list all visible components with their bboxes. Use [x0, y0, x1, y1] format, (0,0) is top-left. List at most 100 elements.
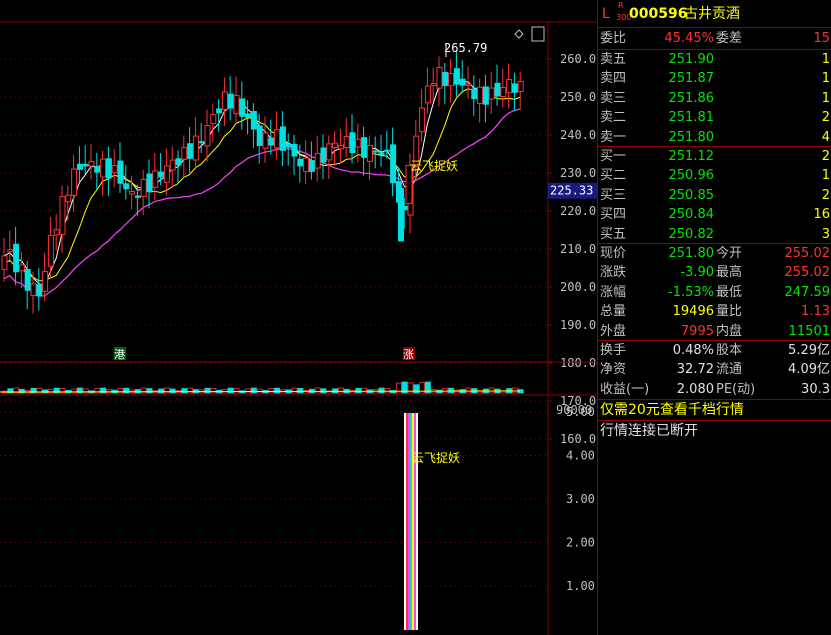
asks-row: 卖三 251.86 1	[598, 89, 831, 109]
stats-label: 收益(一)	[600, 381, 650, 397]
candle-body	[250, 111, 257, 130]
candle-body	[187, 143, 194, 159]
indicator-bar-stripe	[414, 413, 416, 630]
candle-body	[59, 196, 66, 235]
candle-body	[355, 138, 362, 148]
volume-bar	[82, 388, 89, 394]
volume-bar	[274, 387, 281, 394]
candle-body	[1, 255, 8, 270]
candle-body	[349, 132, 356, 154]
stats-label: 股本	[716, 343, 743, 358]
candle-body	[442, 72, 449, 86]
volume-bar	[465, 387, 472, 394]
bids-volume: 3	[821, 226, 830, 242]
indicator-tick-label: 3.00	[566, 492, 595, 506]
indicator-bar-stripe	[410, 413, 412, 630]
stock-code: 000596	[629, 6, 688, 22]
candle-body	[36, 284, 43, 297]
price-tick-label: 230.00	[560, 166, 597, 180]
asks-price: 251.87	[668, 71, 715, 87]
price-tick-label: 160.00	[560, 432, 597, 446]
candle-body	[192, 135, 199, 161]
promo-row[interactable]: 仅需20元查看千档行情	[598, 400, 831, 420]
quote-row: 涨幅 -1.53% 最低 247.59	[598, 283, 831, 303]
candle-body	[506, 79, 513, 94]
marker-zhang-text: 涨	[403, 348, 414, 361]
ratio-label: 委比	[600, 31, 627, 46]
candle-body	[517, 80, 524, 92]
volume-bar	[106, 389, 112, 394]
volume-bar	[337, 387, 344, 394]
asks-row: 卖四 251.87 1	[598, 69, 831, 89]
volume-bar	[210, 387, 217, 394]
candle-body	[163, 165, 170, 183]
status-row: 行情连接已断开	[598, 421, 831, 441]
volume-bar	[233, 388, 240, 394]
indicator-bar-stripe	[412, 413, 414, 630]
stock-header: L R 300 000596 古井贡酒	[598, 1, 831, 26]
volume-bar	[291, 387, 298, 394]
candle-body	[326, 143, 333, 161]
candle-body	[471, 88, 478, 100]
asks-price: 251.90	[668, 52, 715, 67]
candle-body	[398, 188, 404, 242]
price-tick-label: 200.00	[560, 280, 597, 294]
candle-body	[71, 168, 78, 196]
volume-bar	[181, 388, 188, 394]
indicator-bar-stripe	[404, 413, 406, 630]
volume-bar	[204, 387, 211, 394]
quote-value: 7995	[680, 323, 714, 339]
candle-body	[245, 113, 252, 118]
candle-body	[181, 147, 188, 160]
candle-body	[297, 158, 304, 167]
order-ratio-row: 委比 45.45% 委差 15	[598, 29, 831, 49]
candle-body	[285, 144, 292, 148]
quote-value: -1.53%	[668, 284, 714, 300]
quote-row: 外盘 7995 内盘 11501	[598, 322, 831, 342]
stock-tag-top: R	[618, 1, 624, 10]
candle-body	[308, 160, 315, 172]
volume-bar	[163, 387, 170, 394]
candle-body	[500, 87, 507, 98]
quote-label: 最低	[716, 284, 743, 300]
candlestick-chart[interactable]: 260.00 250.00 240.00 230.00 220.00 210.00 200.…	[0, 0, 597, 635]
quote-row: 总量 19496 量比 1.13	[598, 302, 831, 322]
candle-body	[216, 108, 223, 114]
stats-value: 30.3	[801, 381, 830, 397]
candle-body	[18, 264, 25, 272]
candle-body	[291, 143, 298, 157]
candle-body	[465, 83, 472, 86]
volume-bar	[94, 388, 101, 394]
stats-label: 净资	[600, 362, 627, 378]
candle-body	[274, 129, 281, 149]
bids-price: 250.96	[668, 168, 715, 184]
bids-row: 买一 251.12 2	[598, 147, 831, 167]
price-tick-label: 210.00	[560, 242, 597, 256]
candle-body	[262, 132, 269, 149]
quote-value: 1.13	[801, 304, 830, 320]
promo-text[interactable]: 仅需20元查看千档行情	[600, 400, 744, 420]
candle-body	[372, 150, 379, 153]
candle-body	[390, 144, 397, 184]
candle-body	[494, 82, 501, 97]
indicator-bar-stripe	[416, 413, 418, 630]
quote-value: 255.02	[784, 265, 831, 281]
candle-body	[453, 68, 460, 85]
volume-bar	[448, 387, 455, 394]
bids-price: 250.85	[668, 187, 715, 203]
candle-body	[227, 93, 234, 109]
stats-label: PE(动)	[716, 381, 756, 397]
quote-label: 量比	[716, 304, 743, 320]
quote-label: 涨幅	[600, 284, 627, 300]
bids-label: 买三	[600, 187, 627, 203]
indicator-bar-stripe	[408, 413, 410, 630]
indicator-tick-label: 2.00	[566, 536, 595, 550]
price-tick-label: 220.00	[560, 204, 597, 218]
candle-body	[303, 157, 310, 173]
candle-body	[459, 78, 466, 86]
candle-body	[140, 178, 147, 197]
price-tick-label: 250.00	[560, 90, 597, 104]
candle-body	[88, 160, 95, 167]
stats-value: 32.72	[676, 362, 714, 378]
quote-label: 总量	[600, 304, 627, 320]
